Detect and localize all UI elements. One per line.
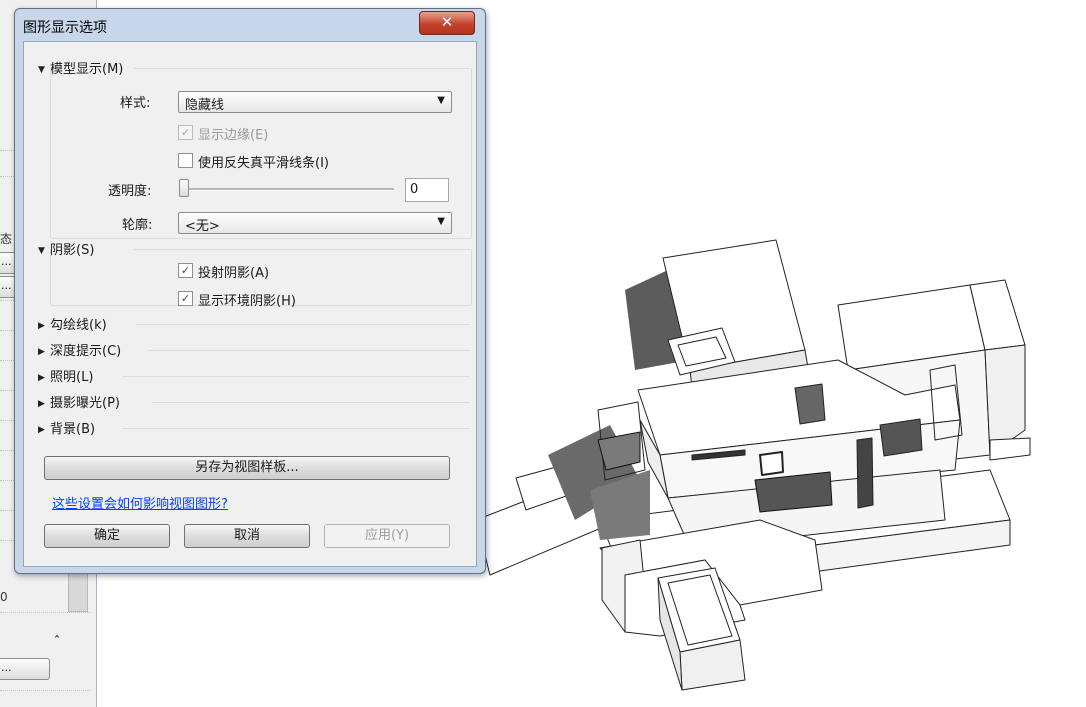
ambient-shadows-checkbox[interactable]: ✓ — [178, 291, 193, 306]
style-value: 隐藏线 — [185, 98, 225, 113]
cast-shadows-checkbox[interactable]: ✓ — [178, 263, 193, 278]
collapsed-triangle-icon: ▶ — [38, 373, 45, 383]
section-sketchy-lines[interactable]: ▶ 勾绘线(k) — [38, 314, 107, 333]
panel-scrollbar[interactable] — [68, 572, 88, 612]
chevron-down-icon: ▼ — [437, 216, 445, 227]
apply-button[interactable]: 应用(Y) — [324, 524, 450, 548]
section-divider — [152, 402, 470, 403]
transparency-slider-track[interactable] — [184, 188, 394, 191]
collapsed-triangle-icon: ▶ — [38, 425, 45, 435]
dialog-titlebar[interactable]: 图形显示选项 ✕ — [15, 9, 485, 41]
expanded-triangle-icon: ▼ — [38, 65, 45, 75]
style-dropdown[interactable]: 隐藏线 ▼ — [178, 91, 452, 113]
ok-button[interactable]: 确定 — [44, 524, 170, 548]
close-icon: ✕ — [440, 13, 454, 31]
ambient-shadows-label: 显示环境阴影(H) — [198, 294, 296, 309]
panel-text: 0 — [0, 590, 8, 604]
show-edges-label: 显示边缘(E) — [198, 128, 269, 143]
collapse-icon[interactable]: ˆ — [54, 634, 60, 648]
antialias-label: 使用反失真平滑线条(I) — [198, 156, 329, 171]
section-divider — [136, 324, 470, 325]
section-divider — [148, 350, 470, 351]
cast-shadows-label: 投射阴影(A) — [198, 266, 270, 281]
expanded-triangle-icon: ▼ — [38, 246, 45, 256]
silhouette-dropdown[interactable]: <无> ▼ — [178, 212, 452, 234]
section-lighting[interactable]: ▶ 照明(L) — [38, 366, 93, 385]
panel-text: 态 — [0, 232, 13, 246]
show-edges-checkbox[interactable]: ✓ — [178, 125, 193, 140]
help-link[interactable]: 这些设置会如何影响视图图形? — [52, 493, 228, 512]
cancel-button[interactable]: 取消 — [184, 524, 310, 548]
collapsed-triangle-icon: ▶ — [38, 399, 45, 409]
panel-row — [0, 690, 90, 691]
dialog-title: 图形显示选项 — [23, 20, 107, 36]
silhouette-label: 轮廓: — [122, 218, 153, 233]
panel-button[interactable]: ... — [0, 658, 50, 680]
section-divider — [122, 376, 470, 377]
section-photographic-exposure[interactable]: ▶ 摄影曝光(P) — [38, 392, 120, 411]
section-background[interactable]: ▶ 背景(B) — [38, 418, 95, 437]
collapsed-triangle-icon: ▶ — [38, 347, 45, 357]
panel-row — [0, 612, 90, 613]
silhouette-value: <无> — [185, 219, 220, 234]
graphic-display-options-dialog: 图形显示选项 ✕ ▼ 模型显示(M) 样式: 隐藏线 ▼ ✓ 显示边缘(E) 使用… — [14, 8, 486, 574]
style-label: 样式: — [120, 96, 151, 111]
transparency-slider-thumb[interactable] — [179, 179, 189, 197]
collapsed-triangle-icon: ▶ — [38, 321, 45, 331]
transparency-input[interactable]: 0 — [405, 178, 449, 202]
save-as-view-template-button[interactable]: 另存为视图样板... — [44, 456, 450, 480]
transparency-label: 透明度: — [108, 184, 152, 199]
building-model — [475, 239, 1031, 691]
section-depth-cueing[interactable]: ▶ 深度提示(C) — [38, 340, 121, 359]
dialog-body: ▼ 模型显示(M) 样式: 隐藏线 ▼ ✓ 显示边缘(E) 使用反失真平滑线条(I… — [23, 41, 477, 567]
section-divider — [122, 428, 470, 429]
antialias-checkbox[interactable] — [178, 153, 193, 168]
chevron-down-icon: ▼ — [437, 95, 445, 106]
close-button[interactable]: ✕ — [419, 11, 475, 35]
